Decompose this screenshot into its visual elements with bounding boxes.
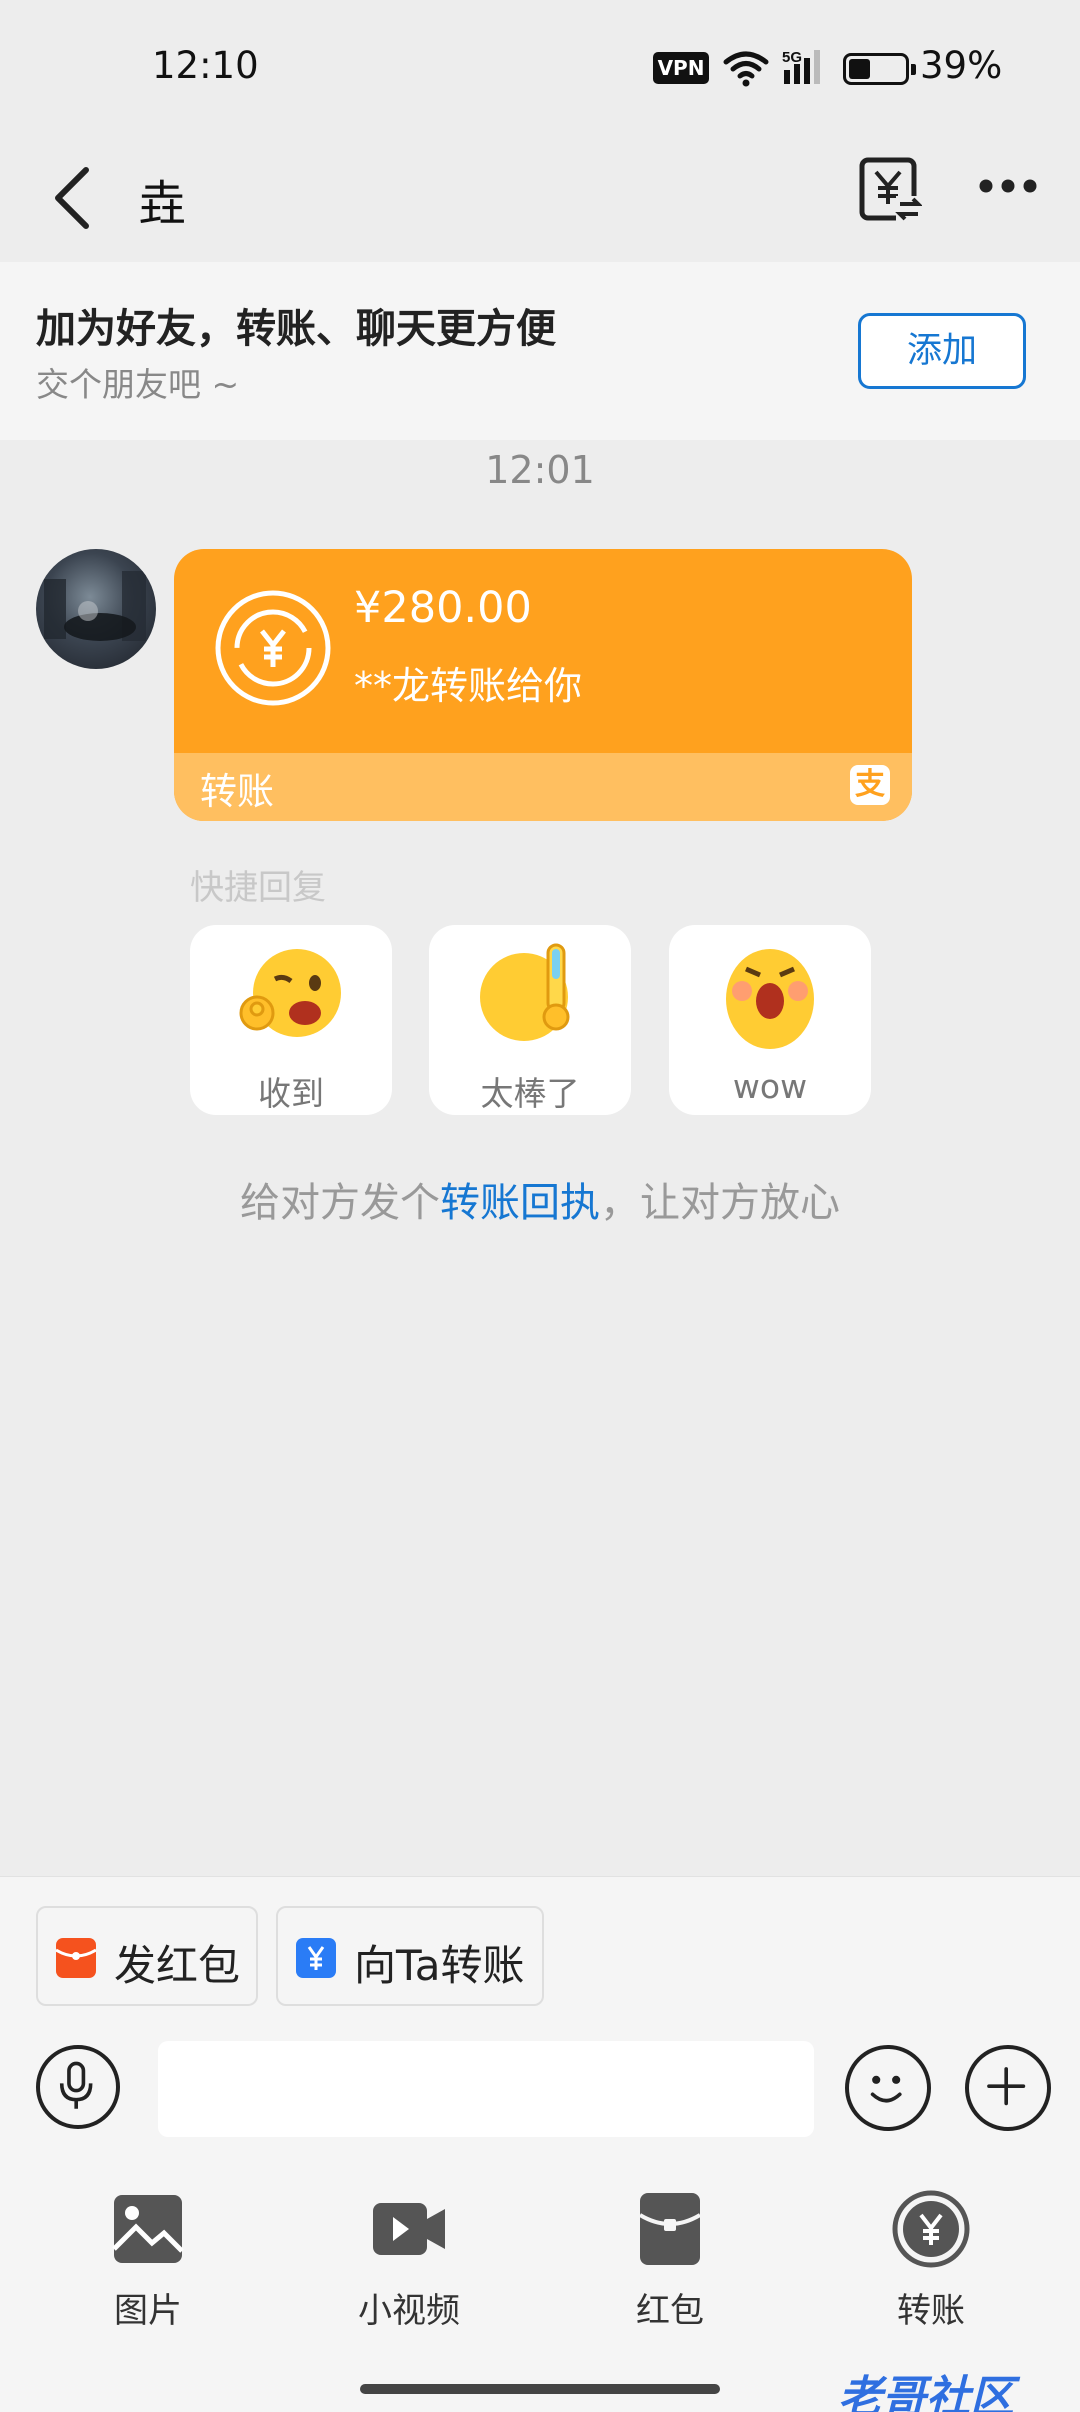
battery-icon: [843, 53, 916, 85]
quick-reply-wow[interactable]: wow: [669, 925, 871, 1115]
plus-icon[interactable]: [965, 2045, 1051, 2131]
add-friend-banner: 加为好友，转账、聊天更方便 交个朋友吧 ~ 添加: [0, 262, 1080, 440]
quick-reply-label: 快捷回复: [190, 868, 326, 908]
transfer-footer: 转账 支: [174, 753, 912, 821]
receipt-link[interactable]: 转账回执: [440, 1180, 600, 1226]
toolbar-video-label: 小视频: [358, 2291, 460, 2331]
transfer-chip[interactable]: 向Ta转账: [276, 1906, 544, 2006]
battery-percent: 39%: [920, 44, 1003, 87]
send-red-packet-chip[interactable]: 发红包: [36, 1906, 258, 2006]
home-indicator[interactable]: [360, 2384, 720, 2394]
red-packet-icon: [638, 2193, 702, 2265]
transfer-icon: [892, 2190, 970, 2268]
image-icon: [112, 2195, 184, 2263]
transfer-amount: ¥280.00: [354, 583, 532, 633]
banner-subtitle: 交个朋友吧 ~: [36, 365, 240, 404]
status-time: 12:10: [152, 44, 259, 87]
toolbar-image-label: 图片: [114, 2291, 182, 2331]
transfer-record-icon[interactable]: [858, 156, 922, 222]
toolbar-red-packet[interactable]: 红包: [590, 2189, 750, 2332]
quick-reply-great[interactable]: 太棒了: [429, 925, 631, 1115]
avatar[interactable]: [36, 549, 156, 669]
surprised-emoji-icon: [726, 949, 814, 1049]
alipay-icon: 支: [850, 765, 890, 805]
status-bar: 12:10 VPN 5G 39%: [0, 0, 1080, 136]
page-title: 垚: [138, 176, 187, 232]
ok-wink-emoji-icon: [239, 949, 341, 1037]
transfer-description: **龙转账给你: [354, 664, 583, 708]
toolbar-video[interactable]: 小视频: [329, 2189, 489, 2332]
red-packet-icon: [56, 1938, 96, 1978]
vpn-badge: VPN: [653, 52, 709, 84]
thumbs-up-emoji-icon: [480, 943, 570, 1041]
transfer-message-card[interactable]: ¥280.00 **龙转账给你 转账 支: [174, 549, 912, 821]
chat-header: 垚: [0, 136, 1080, 262]
add-friend-button[interactable]: 添加: [858, 313, 1026, 389]
hint-text-before: 给对方发个: [240, 1180, 440, 1226]
back-icon[interactable]: [40, 158, 110, 238]
toolbar-transfer[interactable]: 转账: [851, 2189, 1011, 2332]
quick-reply-label-great: 太棒了: [480, 1074, 580, 1113]
composer-panel: 发红包 向Ta转账 图片 小视频 红包 转账 老哥社区: [0, 1876, 1080, 2412]
toolbar-red-packet-label: 红包: [636, 2291, 704, 2331]
video-icon: [373, 2203, 445, 2255]
emoji-icon[interactable]: [845, 2045, 931, 2131]
quick-reply-label-received: 收到: [258, 1074, 324, 1113]
transfer-yuan-icon: [215, 590, 331, 706]
transfer-chip-label: 向Ta转账: [354, 1941, 525, 1990]
receipt-hint: 给对方发个转账回执，让对方放心: [0, 1170, 1080, 1228]
message-timestamp: 12:01: [485, 448, 595, 492]
quick-reply-label-wow: wow: [732, 1067, 808, 1106]
banner-heading: 加为好友，转账、聊天更方便: [36, 306, 556, 352]
microphone-icon[interactable]: [36, 2045, 120, 2129]
more-icon[interactable]: [976, 166, 1040, 206]
avatar-image: [44, 571, 146, 641]
wifi-icon: [723, 51, 769, 87]
transfer-icon: [296, 1938, 336, 1978]
message-input[interactable]: [158, 2041, 814, 2137]
network-type: 5G: [782, 49, 802, 66]
signal-icon: 5G: [782, 49, 820, 84]
toolbar-transfer-label: 转账: [897, 2291, 965, 2331]
transfer-footer-label: 转账: [200, 770, 274, 813]
red-packet-chip-label: 发红包: [114, 1941, 241, 1990]
watermark: 老哥社区: [838, 2372, 1014, 2412]
toolbar-image[interactable]: 图片: [68, 2189, 228, 2332]
hint-text-after: ，让对方放心: [600, 1180, 840, 1226]
quick-reply-received[interactable]: 收到: [190, 925, 392, 1115]
